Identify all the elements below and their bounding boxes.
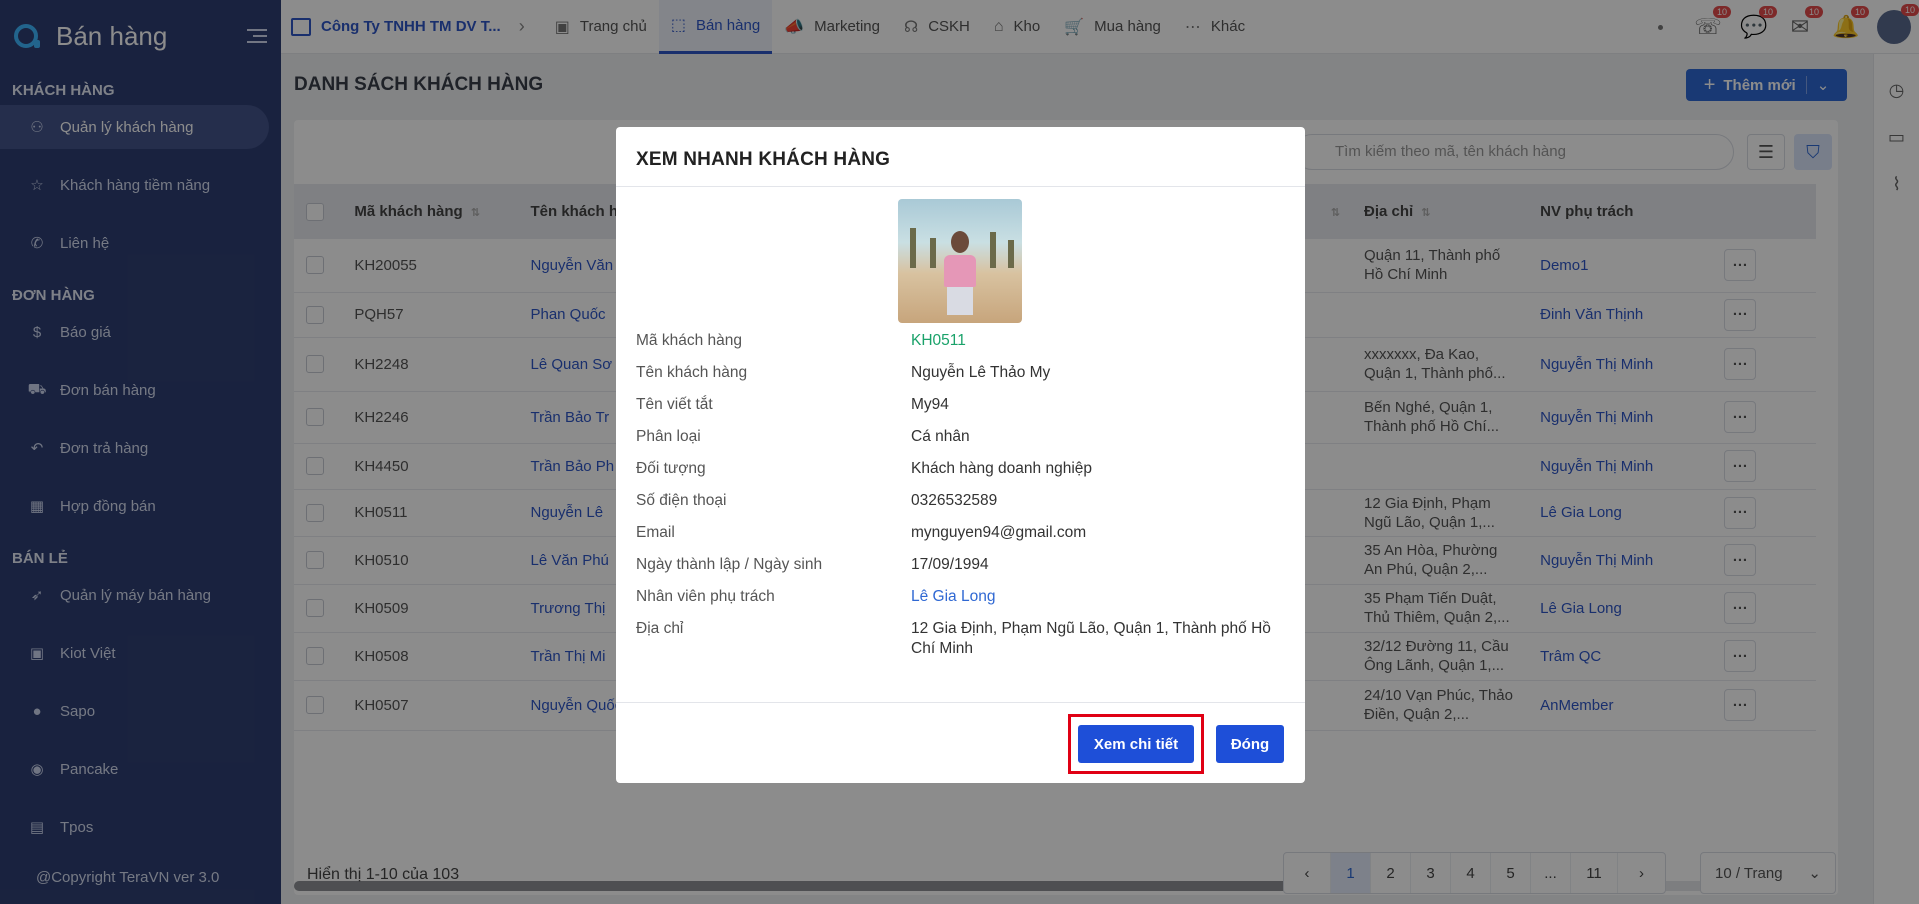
detail-row: Nhân viên phụ trách Lê Gia Long — [636, 587, 1286, 619]
detail-label: Số điện thoại — [636, 492, 727, 509]
detail-value: mynguyen94@gmail.com — [911, 524, 1087, 541]
detail-row: Tên khách hàng Nguyễn Lê Thảo My — [636, 363, 1286, 395]
detail-row: Địa chỉ 12 Gia Định, Phạm Ngũ Lão, Quận 1… — [636, 619, 1286, 659]
detail-value: Khách hàng doanh nghiệp — [911, 460, 1092, 477]
detail-value: 12 Gia Định, Phạm Ngũ Lão, Quận 1, Thành… — [911, 620, 1271, 657]
customer-photo — [898, 199, 1022, 323]
detail-row: Mã khách hàng KH0511 — [636, 331, 1286, 363]
quick-view-modal: XEM NHANH KHÁCH HÀNG Mã khách hàng KH0511… — [616, 127, 1305, 783]
detail-value: Nguyễn Lê Thảo My — [911, 364, 1051, 381]
detail-label: Ngày thành lập / Ngày sinh — [636, 556, 823, 573]
detail-label: Nhân viên phụ trách — [636, 588, 775, 605]
detail-row: Tên viết tắt My94 — [636, 395, 1286, 427]
detail-value: 0326532589 — [911, 492, 998, 509]
detail-value[interactable]: Lê Gia Long — [911, 587, 1286, 619]
detail-row: Email mynguyen94@gmail.com — [636, 523, 1286, 555]
detail-label: Địa chỉ — [636, 620, 684, 637]
detail-label: Phân loại — [636, 428, 701, 445]
close-button[interactable]: Đóng — [1216, 725, 1284, 763]
view-detail-button[interactable]: Xem chi tiết — [1078, 725, 1194, 763]
modal-footer: Xem chi tiết Đóng — [616, 702, 1305, 783]
detail-row: Số điện thoại 0326532589 — [636, 491, 1286, 523]
detail-value: KH0511 — [911, 332, 966, 349]
detail-label: Tên viết tắt — [636, 396, 713, 413]
detail-row: Phân loại Cá nhân — [636, 427, 1286, 459]
detail-value: Cá nhân — [911, 428, 970, 445]
customer-details: Mã khách hàng KH0511 Tên khách hàng Nguyễn … — [636, 331, 1286, 659]
detail-value: 17/09/1994 — [911, 556, 989, 573]
detail-row: Ngày thành lập / Ngày sinh 17/09/1994 — [636, 555, 1286, 587]
detail-label: Tên khách hàng — [636, 364, 748, 381]
detail-row: Đối tượng Khách hàng doanh nghiệp — [636, 459, 1286, 491]
modal-title: XEM NHANH KHÁCH HÀNG — [616, 127, 1305, 187]
detail-label: Mã khách hàng — [636, 332, 742, 349]
detail-value: My94 — [911, 396, 949, 413]
detail-label: Đối tượng — [636, 460, 706, 477]
detail-label: Email — [636, 524, 675, 541]
